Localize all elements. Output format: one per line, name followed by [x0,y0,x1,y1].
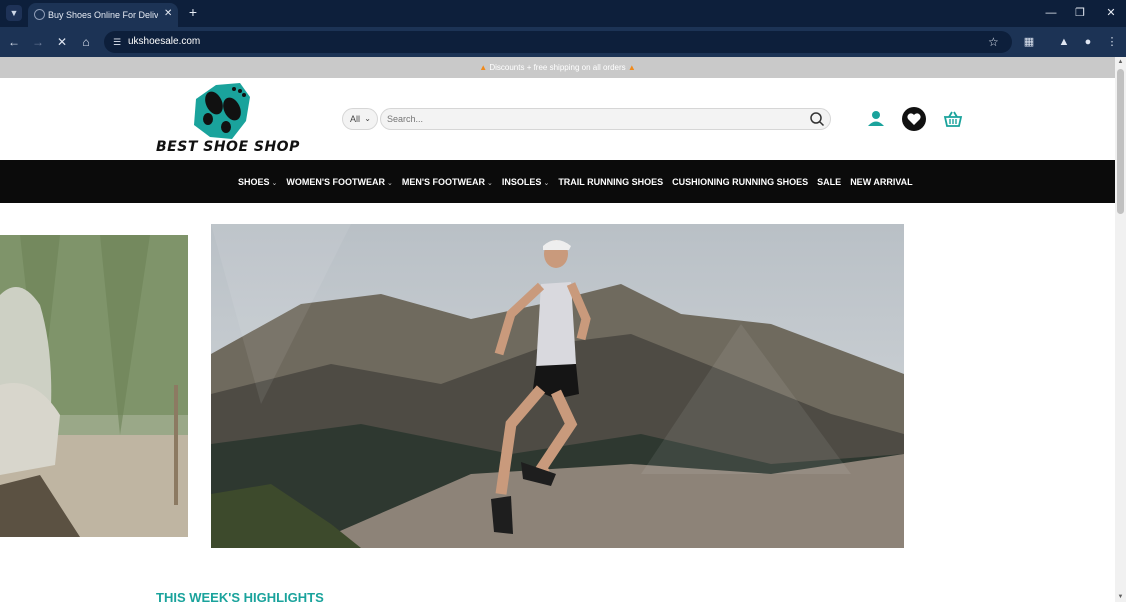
nav-item-shoes[interactable]: SHOES ⌄ [238,177,277,187]
window-close-icon[interactable]: ✕ [1104,6,1118,20]
hero-slide-previous[interactable] [0,235,188,537]
account-user-icon[interactable] [864,107,888,131]
search-category-select[interactable]: All ⌄ [342,108,378,130]
page-viewport: ▲ Discounts + free shipping on all order… [0,57,1126,602]
nav-item-cushioning-running-shoes[interactable]: CUSHIONING RUNNING SHOES [672,177,808,187]
tab-close-icon[interactable]: ✕ [164,7,174,21]
profile-user-icon[interactable]: ● [1080,34,1096,50]
cart-basket-icon[interactable] [941,107,965,131]
page-scrollbar[interactable]: ▲ ▼ [1115,57,1126,602]
site-header: BEST SHOE SHOP All ⌄ [0,78,1115,160]
nav-item-men-s-footwear[interactable]: MEN'S FOOTWEAR ⌄ [402,177,493,187]
fire-icon: ▲ [479,63,488,72]
tab-title: Buy Shoes Online For Delivery / [48,10,158,20]
stop-loading-close-icon[interactable]: ✕ [54,34,70,50]
nav-item-label: TRAIL RUNNING SHOES [558,176,664,187]
nav-item-label: MEN'S FOOTWEAR [401,176,486,187]
wishlist-heart-icon[interactable] [902,107,926,131]
nav-item-sale[interactable]: SALE [817,177,841,187]
address-url[interactable]: ukshoesale.com [128,35,200,49]
forward-arrow-right-icon[interactable]: → [30,34,46,50]
back-arrow-left-icon[interactable]: ← [6,34,22,50]
bookmark-star-icon[interactable]: ☆ [988,34,1002,50]
chevron-down-icon: ⌄ [271,179,278,187]
nav-item-new-arrival[interactable]: NEW ARRIVAL [850,177,913,187]
chevron-down-icon: ⌄ [364,114,371,123]
search-category-value: All [350,114,361,124]
garden-photo-image [0,235,188,537]
site-logo[interactable]: BEST SHOE SHOP [156,81,300,159]
nav-item-women-s-footwear[interactable]: WOMEN'S FOOTWEAR ⌄ [286,177,393,187]
promo-bar: ▲ Discounts + free shipping on all order… [0,57,1115,78]
nav-item-label: INSOLES [501,176,542,187]
nav-item-trail-running-shoes[interactable]: TRAIL RUNNING SHOES [558,177,663,187]
scrollbar-thumb[interactable] [1117,69,1124,214]
nav-item-label: WOMEN'S FOOTWEAR [286,176,386,187]
nav-item-insoles[interactable]: INSOLES ⌄ [502,177,549,187]
section-heading-highlights: THIS WEEK'S HIGHLIGHTS [156,590,324,602]
search-box[interactable] [380,108,831,130]
tab-favicon-icon [34,9,45,20]
nav-item-label: CUSHIONING RUNNING SHOES [672,176,809,187]
minimize-icon[interactable]: — [1044,6,1058,20]
nav-item-label: SALE [817,176,842,187]
footprints-logo-icon [194,83,250,139]
scroll-down-arrow-icon[interactable]: ▼ [1117,594,1124,600]
main-nav-list: SHOES ⌄ WOMEN'S FOOTWEAR ⌄ MEN'S FOOTWEAR ⌄ IN… [238,160,922,203]
main-navigation: SHOES ⌄ WOMEN'S FOOTWEAR ⌄ MEN'S FOOTWEAR ⌄ IN… [0,160,1115,203]
hero-banner-trail-runner[interactable] [211,224,904,548]
fire-icon: ▲ [627,63,636,72]
site-settings-icon[interactable]: ☰ [110,35,124,49]
restore-icon[interactable]: ❐ [1073,6,1087,20]
nav-item-label: SHOES [238,176,270,187]
browser-tab[interactable]: Buy Shoes Online For Delivery / ✕ [28,3,178,27]
browser-tab-bar: ▼ Buy Shoes Online For Delivery / ✕ + — … [0,0,1126,27]
chevron-down-icon: ⌄ [387,179,393,187]
nav-item-label: NEW ARRIVAL [850,176,913,187]
browser-toolbar: ← → ✕ ⌂ ☰ ukshoesale.com ☆ ▦ ▲ ● ⋮ [0,27,1126,57]
scroll-up-arrow-icon[interactable]: ▲ [1117,59,1124,65]
search-input[interactable] [387,111,797,127]
home-icon[interactable]: ⌂ [78,34,94,50]
address-bar[interactable]: ☰ ukshoesale.com ☆ [104,31,1012,53]
search-icon[interactable] [809,111,825,127]
logo-text: BEST SHOE SHOP [156,139,300,155]
chevron-down-icon: ⌄ [487,179,493,187]
menu-more-vertical-icon[interactable]: ⋮ [1104,34,1120,50]
extensions-puzzle-icon[interactable]: ▦ [1021,34,1037,50]
new-tab-plus-icon[interactable]: + [186,5,200,19]
tab-search-chevron-down-icon[interactable]: ▼ [6,5,22,21]
promo-text: Discounts + free shipping on all orders [489,63,626,72]
labs-flask-icon[interactable]: ▲ [1056,34,1072,50]
chevron-down-icon: ⌄ [543,179,550,187]
trail-runner-photo-image [211,224,904,548]
